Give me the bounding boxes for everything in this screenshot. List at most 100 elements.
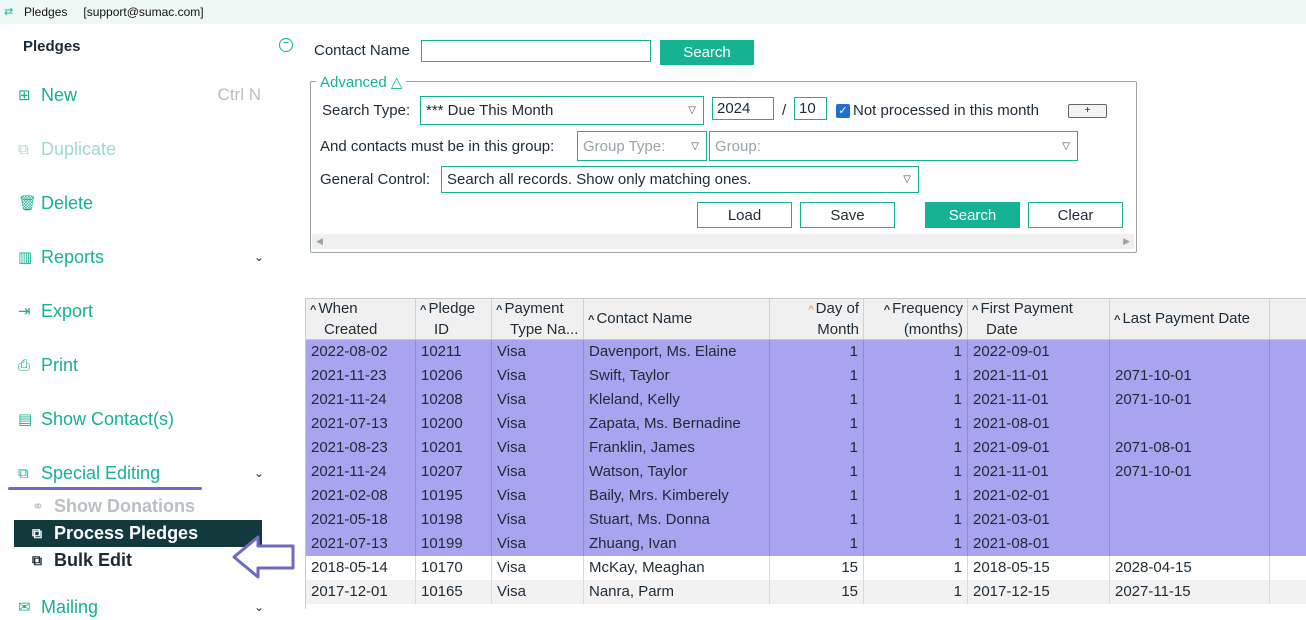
table-row[interactable]: 2018-05-14 10170 Visa McKay, Meaghan 15 1 2018… <box>306 556 1306 580</box>
group-select[interactable]: Group: ▽ <box>709 131 1078 161</box>
plus-button[interactable]: + <box>1068 104 1107 118</box>
sidebar-item-delete[interactable]: 🗑 Delete <box>18 190 268 216</box>
column-header[interactable]: ^ Frequency (months) <box>864 299 968 339</box>
search-button[interactable]: Search <box>660 40 754 65</box>
sidebar-item-label: New <box>41 84 78 105</box>
general-control-value: Search all records. Show only matching o… <box>447 171 752 188</box>
sidebar-item-reports[interactable]: ▥ Reports ⌄ <box>18 244 268 270</box>
table-row[interactable]: 2021-05-18 10198 Visa Stuart, Ms. Donna 1 1 20… <box>306 508 1306 532</box>
table-row[interactable]: 2021-08-23 10201 Visa Franklin, James 1 1 2021… <box>306 436 1306 460</box>
sidebar-item-mailing[interactable]: ✉ Mailing ⌄ <box>18 594 268 620</box>
contact-name-input[interactable] <box>421 40 651 62</box>
table-row[interactable]: 2022-08-02 10211 Visa Davenport, Ms. Elaine… <box>306 340 1306 364</box>
table-cell-id: 10208 <box>416 388 492 412</box>
table-cell-freq: 1 <box>864 340 968 364</box>
search-type-select[interactable]: *** Due This Month ▽ <box>420 96 704 125</box>
table-cell-contact: McKay, Meaghan <box>584 556 770 580</box>
table-row[interactable]: 2021-11-24 10207 Visa Watson, Taylor 1 1 2021-… <box>306 460 1306 484</box>
table-row[interactable]: 2021-11-23 10206 Visa Swift, Taylor 1 1 2021-1… <box>306 364 1306 388</box>
sidebar-item-print[interactable]: ⎙ Print <box>18 352 268 378</box>
table-cell-first: 2017-12-15 <box>968 580 1110 604</box>
column-header[interactable]: ^ Contact Name <box>584 299 770 339</box>
table-cell-last <box>1110 508 1270 532</box>
general-control-select[interactable]: Search all records. Show only matching o… <box>441 166 919 193</box>
special-editing-icon: ⧉ <box>18 464 29 482</box>
subitem-show-donations[interactable]: ⚭ Show Donations <box>32 494 195 518</box>
subitem-bulk-edit[interactable]: ⧉ Bulk Edit <box>32 548 132 572</box>
sidebar-item-duplicate[interactable]: ⧉ Duplicate <box>18 136 268 162</box>
sidebar-title: Pledges <box>23 38 81 55</box>
sidebar-item-label: Show Contact(s) <box>41 408 175 429</box>
table-cell-freq: 1 <box>864 412 968 436</box>
sidebar-item-label: Reports <box>41 246 105 267</box>
column-header-label: Created <box>324 321 378 338</box>
table-row[interactable]: 2021-07-13 10199 Visa Zhuang, Ivan 1 1 2021-08… <box>306 532 1306 556</box>
chevron-down-icon[interactable]: ⌄ <box>254 600 264 614</box>
table-row[interactable]: 2021-02-08 10195 Visa Baily, Mrs. Kimberely… <box>306 484 1306 508</box>
scroll-left-icon[interactable]: ◀ <box>316 236 323 247</box>
advanced-search-button[interactable]: Search <box>925 202 1020 228</box>
sidebar-item-show-contacts[interactable]: ▤ Show Contact(s) <box>18 406 268 432</box>
bar-chart-icon: ▥ <box>18 249 33 266</box>
duplicate-icon: ⧉ <box>18 140 29 158</box>
scroll-right-icon[interactable]: ▶ <box>1123 236 1130 247</box>
table-cell-day: 1 <box>770 364 864 388</box>
table-cell-type: Visa <box>492 532 584 556</box>
table-cell-day: 1 <box>770 460 864 484</box>
chevron-down-icon: ▽ <box>903 174 911 185</box>
table-cell-first: 2021-11-01 <box>968 460 1110 484</box>
table-cell-created: 2021-05-18 <box>306 508 416 532</box>
table-cell-id: 10198 <box>416 508 492 532</box>
table-cell-contact: Franklin, James <box>584 436 770 460</box>
subitem-process-pledges[interactable]: ⧉ Process Pledges <box>14 520 262 547</box>
clear-button[interactable]: Clear <box>1028 202 1123 228</box>
table-cell-contact: Baily, Mrs. Kimberely <box>584 484 770 508</box>
chevron-down-icon[interactable]: ⌄ <box>254 250 264 264</box>
table-cell-day: 1 <box>770 436 864 460</box>
table-cell-type: Visa <box>492 556 584 580</box>
column-header[interactable]: ^ First Payment Date <box>968 299 1110 339</box>
chevron-down-icon[interactable]: ⌄ <box>254 466 264 480</box>
sidebar-item-special-editing[interactable]: ⧉ Special Editing ⌄ <box>18 460 268 486</box>
table-cell-type: Visa <box>492 436 584 460</box>
load-button[interactable]: Load <box>697 202 792 228</box>
shortcut-label: Ctrl N <box>217 85 261 104</box>
column-header[interactable]: ^ Pledge ID <box>416 299 492 339</box>
table-cell-created: 2018-05-14 <box>306 556 416 580</box>
column-header-label: Frequency <box>892 300 963 317</box>
table-cell-first: 2018-05-15 <box>968 556 1110 580</box>
table-cell-last: 2071-10-01 <box>1110 388 1270 412</box>
donations-icon: ⚭ <box>32 497 44 514</box>
column-header[interactable]: ^ Payment Type Na... <box>492 299 584 339</box>
horizontal-scrollbar[interactable]: ◀ ▶ <box>312 234 1134 249</box>
table-cell-last: 2028-04-15 <box>1110 556 1270 580</box>
table-row[interactable]: 2021-07-13 10200 Visa Zapata, Ms. Bernadine… <box>306 412 1306 436</box>
advanced-toggle[interactable]: Advanced △ <box>316 73 407 91</box>
sidebar-item-export[interactable]: ⇥ Export <box>18 298 268 324</box>
table-cell-last: 2071-08-01 <box>1110 436 1270 460</box>
table-cell-created: 2021-11-24 <box>306 388 416 412</box>
year-input[interactable]: 2024 <box>712 97 774 120</box>
column-header[interactable]: ^ When Created <box>306 299 416 339</box>
column-header-label: First Payment <box>980 300 1073 317</box>
table-cell-first: 2021-11-01 <box>968 364 1110 388</box>
column-header[interactable]: ^ Last Payment Date <box>1110 299 1270 339</box>
table-row[interactable]: 2017-12-01 10165 Visa Nanra, Parm 15 1 2017-12… <box>306 580 1306 604</box>
process-icon: ⧉ <box>32 525 42 541</box>
table-cell-filler <box>1270 460 1306 484</box>
collapse-circle-icon[interactable]: − <box>279 38 293 52</box>
sidebar-item-new[interactable]: ⊞ New Ctrl N <box>18 82 268 108</box>
window-title: Pledges <box>24 5 68 19</box>
save-button[interactable]: Save <box>800 202 895 228</box>
not-processed-checkbox[interactable]: ✓ <box>836 104 850 118</box>
table-cell-day: 1 <box>770 532 864 556</box>
table-cell-freq: 1 <box>864 508 968 532</box>
group-type-select[interactable]: Group Type: ▽ <box>577 131 707 161</box>
month-input[interactable]: 10 <box>794 97 827 120</box>
bulk-edit-icon: ⧉ <box>32 551 42 568</box>
table-row[interactable]: 2021-11-24 10208 Visa Kleland, Kelly 1 1 2021-… <box>306 388 1306 412</box>
chevron-down-icon: ▽ <box>691 140 699 152</box>
table-cell-type: Visa <box>492 364 584 388</box>
annotation-arrow-icon <box>232 535 295 579</box>
column-header[interactable]: ^ Day of Month <box>770 299 864 339</box>
